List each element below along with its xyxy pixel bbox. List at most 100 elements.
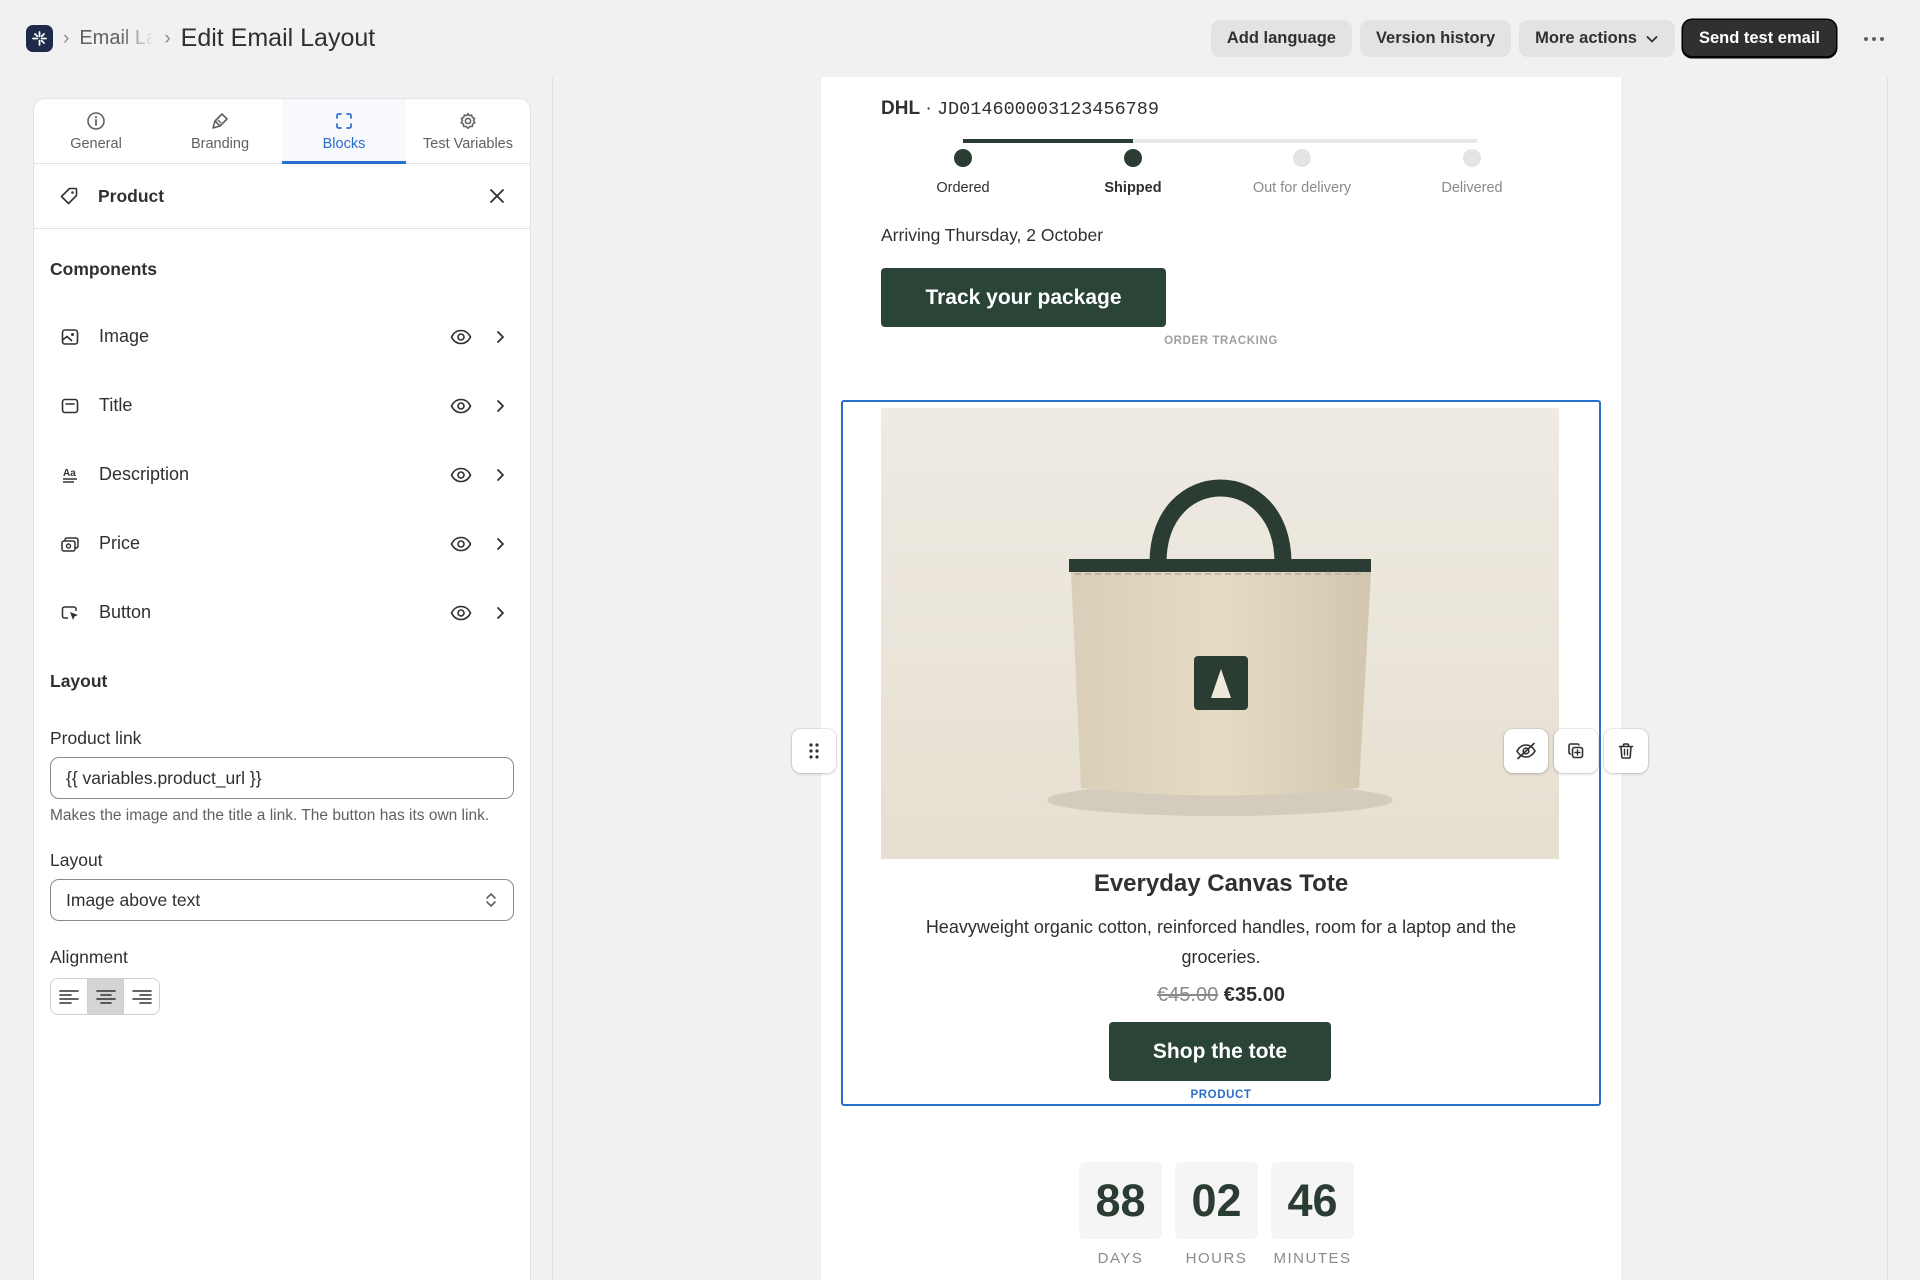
alignment-segmented-control [50,978,160,1015]
countdown-days-label: DAYS [1097,1250,1144,1267]
drag-handle-icon [809,743,819,759]
layout-select-value: Image above text [66,889,201,910]
component-label: Button [99,602,152,622]
shipment-progress-fill [963,139,1133,143]
select-arrows-icon [486,893,496,907]
text-format-icon: Aa [63,468,77,483]
align-right-icon [131,990,152,1004]
tab-blocks[interactable]: Blocks [282,99,406,164]
step-label: Out for delivery [1252,180,1352,196]
block-header: Product [34,164,530,229]
step-dot [1293,149,1311,167]
component-button[interactable]: Button [34,578,530,647]
tracking-number: JD014600003123456789 [936,99,1159,120]
arrival-date: Arriving Thursday, 2 October [881,225,1104,245]
component-image[interactable]: Image [34,302,530,371]
product-description: Heavyweight organic cotton, reinforced h… [925,917,1517,967]
sale-price: €35.00 [1223,984,1285,1006]
align-left-button[interactable] [51,979,87,1014]
product-block-tag: PRODUCT [1190,1089,1252,1101]
gear-icon [460,112,476,129]
more-horizontal-icon [1864,36,1884,41]
image-icon [61,328,79,345]
component-price[interactable]: Price [34,509,530,578]
app-logo[interactable] [26,25,53,52]
countdown-hours-label: HOURS [1185,1250,1248,1267]
align-center-button[interactable] [87,979,123,1014]
app-logo-icon [32,31,47,46]
version-history-button[interactable]: Version history [1359,20,1512,57]
carrier-separator: · [925,98,932,119]
drag-handle-button[interactable] [792,729,836,773]
eye-icon[interactable] [450,329,472,345]
eye-icon[interactable] [450,467,472,483]
info-icon [87,111,105,130]
component-title[interactable]: Title [34,371,530,440]
component-label: Price [99,533,141,553]
settings-panel: General Branding Blocks Test Variables P… [33,98,531,1280]
close-icon[interactable] [488,187,506,205]
component-label: Image [99,326,150,346]
duplicate-icon [1568,743,1584,759]
tab-branding[interactable]: Branding [158,99,282,163]
product-title[interactable]: Everyday Canvas Tote [821,870,1621,898]
alignment-label: Alignment [50,947,128,967]
eye-icon[interactable] [450,605,472,621]
step-dot [954,149,972,167]
tab-label: Test Variables [423,135,513,152]
overflow-menu-button[interactable] [1854,20,1894,57]
delete-block-button[interactable] [1604,729,1648,773]
original-price: €45.00 [1157,984,1219,1006]
carrier-name: DHL [881,98,921,119]
tab-test-variables[interactable]: Test Variables [406,99,530,163]
order-tracking-block-tag: ORDER TRACKING [1164,335,1278,347]
step-dot [1124,149,1142,167]
tag-icon [60,187,78,205]
countdown-minutes: 46 [1271,1162,1354,1239]
duplicate-block-button[interactable] [1554,729,1598,773]
eye-icon[interactable] [450,536,472,552]
step-delivered: Delivered [1392,149,1552,196]
step-label: Ordered [936,180,990,196]
title-icon [61,398,79,413]
layout-select[interactable]: Image above text [50,879,514,921]
chevron-right-icon[interactable] [494,398,506,414]
chevron-right-icon[interactable] [494,536,506,552]
product-image[interactable] [881,408,1559,859]
step-label: Shipped [1104,180,1162,196]
more-actions-button[interactable]: More actions [1519,20,1675,57]
align-center-icon [95,990,116,1004]
product-link-input[interactable]: {{ variables.product_url }} [50,757,514,799]
shipment-progress-track [963,139,1477,143]
tab-general[interactable]: General [34,99,158,163]
product-price: €45.00 €35.00 [821,984,1621,1007]
svg-text:Aa: Aa [63,468,76,479]
send-test-email-button[interactable]: Send test email [1682,20,1836,57]
email-preview: DHL · JD014600003123456789 Ordered Shipp… [821,77,1621,1280]
components-list: Image Title Aa Description Price Button [34,302,530,647]
shop-the-tote-button[interactable]: Shop the tote [1109,1022,1331,1081]
email-preview-canvas: DHL · JD014600003123456789 Ordered Shipp… [552,77,1888,1280]
tab-label: Blocks [322,135,366,152]
breadcrumb-chevron-icon: › [164,27,171,49]
countdown-hours: 02 [1175,1162,1258,1239]
trash-icon [1618,743,1634,759]
component-description[interactable]: Aa Description [34,440,530,509]
more-actions-label: More actions [1535,29,1637,47]
countdown-days: 88 [1079,1162,1162,1239]
align-right-button[interactable] [123,979,159,1014]
chevron-right-icon[interactable] [494,605,506,621]
product-link-value: {{ variables.product_url }} [66,767,262,788]
chevron-right-icon[interactable] [494,329,506,345]
eye-icon[interactable] [450,398,472,414]
layout-heading: Layout [50,671,108,691]
component-label: Title [99,395,133,415]
chevron-right-icon[interactable] [494,467,506,483]
panel-tabs: General Branding Blocks Test Variables [34,99,530,164]
add-language-button[interactable]: Add language [1210,20,1352,57]
hide-block-button[interactable] [1504,729,1548,773]
breadcrumb-parent-link[interactable]: Email Layouts [79,27,154,50]
product-link-help: Makes the image and the title a link. Th… [50,807,490,824]
layout-select-label: Layout [50,850,103,870]
track-package-button[interactable]: Track your package [881,268,1166,327]
